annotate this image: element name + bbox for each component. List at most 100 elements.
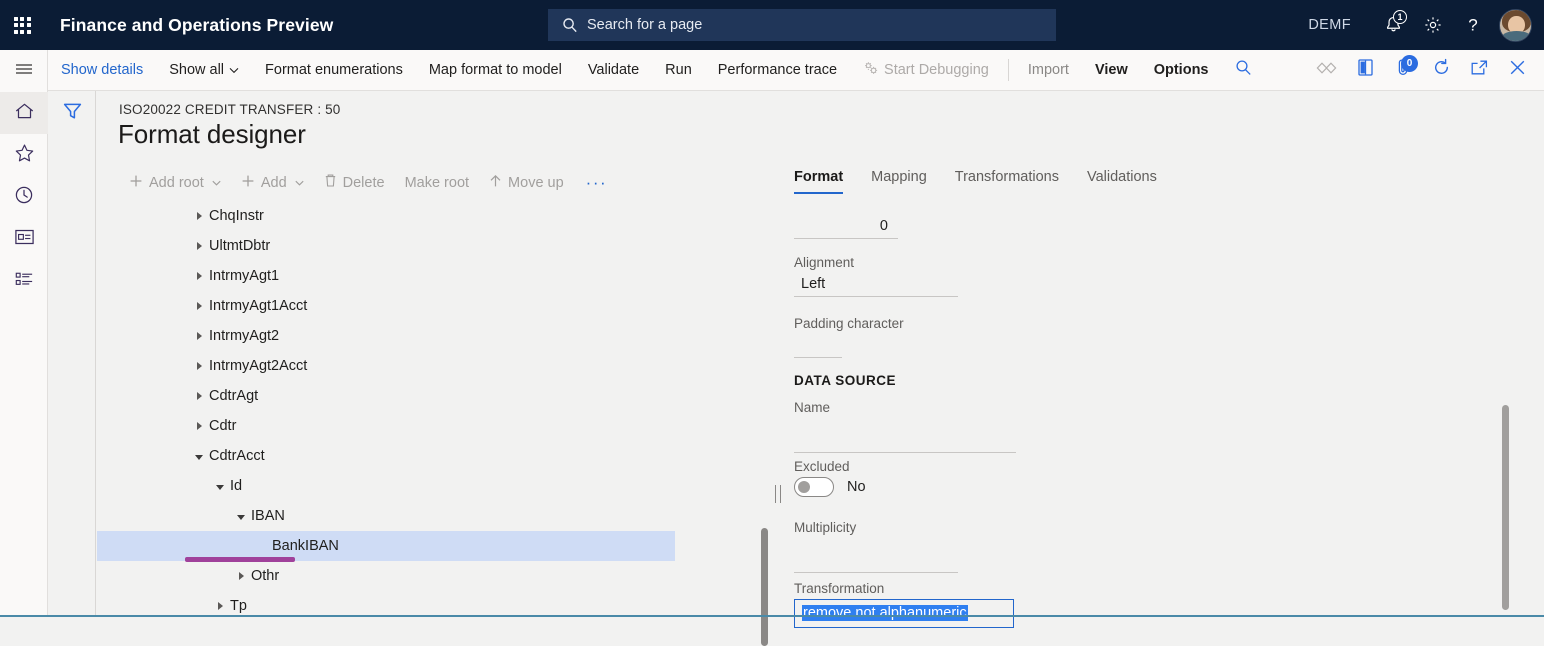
share-icon — [1316, 61, 1338, 79]
tab-mapping[interactable]: Mapping — [871, 169, 927, 194]
excluded-field-group: Excluded No — [794, 459, 866, 497]
chevron-right-icon[interactable] — [210, 602, 230, 610]
action-performance-trace[interactable]: Performance trace — [705, 50, 850, 91]
sidebar-item-hamburger-menu[interactable] — [0, 50, 48, 92]
app-launcher-icon[interactable] — [0, 0, 44, 50]
add-button: Add — [231, 170, 314, 196]
tree-node-intrmyagt1acct[interactable]: IntrmyAgt1Acct — [97, 291, 675, 321]
chevron-down-icon[interactable] — [210, 483, 230, 490]
tab-validations-label: Validations — [1087, 169, 1157, 185]
book-panel-button[interactable] — [1346, 50, 1384, 91]
chevron-right-icon[interactable] — [189, 422, 209, 430]
settings-button[interactable] — [1413, 0, 1453, 50]
action-show-details-label: Show details — [61, 62, 143, 78]
tab-format[interactable]: Format — [794, 169, 843, 194]
global-search-box[interactable]: Search for a page — [548, 9, 1056, 41]
chevron-right-icon[interactable] — [189, 272, 209, 280]
tree-node-othr[interactable]: Othr — [97, 561, 675, 591]
tree-node-tp[interactable]: Tp — [97, 591, 675, 617]
action-show-all[interactable]: Show all — [156, 50, 252, 91]
tree-node-ultmtdbtr[interactable]: UltmtDbtr — [97, 231, 675, 261]
open-in-new-window-button[interactable] — [1460, 50, 1498, 91]
tree-node-label: Tp — [230, 598, 247, 614]
sidebar-item-home[interactable] — [0, 92, 48, 134]
chevron-down-icon[interactable] — [189, 453, 209, 460]
action-format-enumerations[interactable]: Format enumerations — [252, 50, 416, 91]
action-map-format-to-model[interactable]: Map format to model — [416, 50, 575, 91]
action-view[interactable]: View — [1082, 50, 1141, 91]
star-icon — [14, 143, 35, 168]
action-options[interactable]: Options — [1141, 50, 1222, 91]
chevron-right-icon[interactable] — [189, 392, 209, 400]
tree-node-label: CdtrAcct — [209, 448, 265, 464]
clock-icon — [14, 185, 34, 210]
arrow-up-icon — [489, 174, 502, 192]
notification-badge: 1 — [1393, 10, 1407, 24]
list-icon — [14, 270, 35, 293]
sidebar-item-favorites[interactable] — [0, 134, 48, 176]
action-run[interactable]: Run — [652, 50, 705, 91]
excluded-value: No — [847, 479, 866, 495]
attachments-button[interactable]: 0 — [1384, 50, 1422, 91]
numeric-field[interactable] — [794, 215, 898, 239]
chevron-right-icon[interactable] — [189, 332, 209, 340]
chevron-right-icon[interactable] — [189, 212, 209, 220]
action-start-debugging-label: Start Debugging — [884, 62, 989, 78]
action-import[interactable]: Import — [1015, 50, 1082, 91]
chevron-down-icon[interactable] — [231, 513, 251, 520]
name-input[interactable] — [794, 418, 1016, 453]
excluded-toggle-wrap: No — [794, 477, 866, 497]
tree-node-cdtr[interactable]: Cdtr — [97, 411, 675, 441]
more-options-button[interactable]: ··· — [574, 172, 619, 193]
action-validate[interactable]: Validate — [575, 50, 652, 91]
action-view-label: View — [1095, 62, 1128, 78]
tree-node-intrmyagt1[interactable]: IntrmyAgt1 — [97, 261, 675, 291]
help-button[interactable]: ? — [1453, 0, 1493, 50]
padding-character-input[interactable] — [794, 334, 842, 358]
tree-node-bankiban[interactable]: BankIBAN — [97, 531, 675, 561]
transformation-label: Transformation — [794, 581, 1014, 596]
sidebar-item-workspaces[interactable] — [0, 218, 48, 260]
tree-node-cdtragt[interactable]: CdtrAgt — [97, 381, 675, 411]
add-root-label: Add root — [149, 175, 204, 191]
notifications-button[interactable]: 1 — [1373, 0, 1413, 50]
make-root-label: Make root — [405, 175, 469, 191]
multiplicity-input[interactable] — [794, 538, 958, 573]
numeric-field-group — [794, 215, 898, 239]
action-pane-search-button[interactable] — [1222, 50, 1266, 91]
chevron-right-icon[interactable] — [189, 362, 209, 370]
filter-button[interactable] — [48, 91, 96, 135]
alignment-input[interactable] — [794, 273, 958, 297]
refresh-button[interactable] — [1422, 50, 1460, 91]
tree-node-intrmyagt2acct[interactable]: IntrmyAgt2Acct — [97, 351, 675, 381]
svg-text:?: ? — [1468, 16, 1477, 35]
tree-node-label: CdtrAgt — [209, 388, 258, 404]
share-button[interactable] — [1308, 50, 1346, 91]
tree-node-id[interactable]: Id — [97, 471, 675, 501]
tree-node-label: IntrmyAgt2 — [209, 328, 279, 344]
page-vertical-scrollbar[interactable] — [1502, 405, 1509, 610]
tree-node-intrmyagt2[interactable]: IntrmyAgt2 — [97, 321, 675, 351]
company-selector[interactable]: DEMF — [1308, 17, 1351, 33]
tree-node-cdtracct[interactable]: CdtrAcct — [97, 441, 675, 471]
tree-node-chqinstr[interactable]: ChqInstr — [97, 201, 675, 231]
tree-node-iban[interactable]: IBAN — [97, 501, 675, 531]
tab-validations[interactable]: Validations — [1087, 169, 1157, 194]
user-avatar[interactable] — [1499, 9, 1532, 42]
transformation-input[interactable]: remove not alphanumeric — [794, 599, 1014, 628]
tab-transformations[interactable]: Transformations — [955, 169, 1059, 194]
tab-mapping-label: Mapping — [871, 169, 927, 185]
multiplicity-label: Multiplicity — [794, 520, 958, 535]
sidebar-item-recent[interactable] — [0, 176, 48, 218]
sidebar-item-modules[interactable] — [0, 260, 48, 302]
excluded-toggle[interactable] — [794, 477, 834, 497]
action-validate-label: Validate — [588, 62, 639, 78]
chevron-right-icon[interactable] — [189, 302, 209, 310]
close-button[interactable] — [1498, 50, 1536, 91]
properties-panel: Format Mapping Transformations Validatio… — [697, 169, 1544, 617]
top-navigation-bar: Finance and Operations Preview Search fo… — [0, 0, 1544, 50]
plus-icon — [129, 174, 143, 192]
chevron-right-icon[interactable] — [231, 572, 251, 580]
action-show-details[interactable]: Show details — [48, 50, 156, 91]
chevron-right-icon[interactable] — [189, 242, 209, 250]
